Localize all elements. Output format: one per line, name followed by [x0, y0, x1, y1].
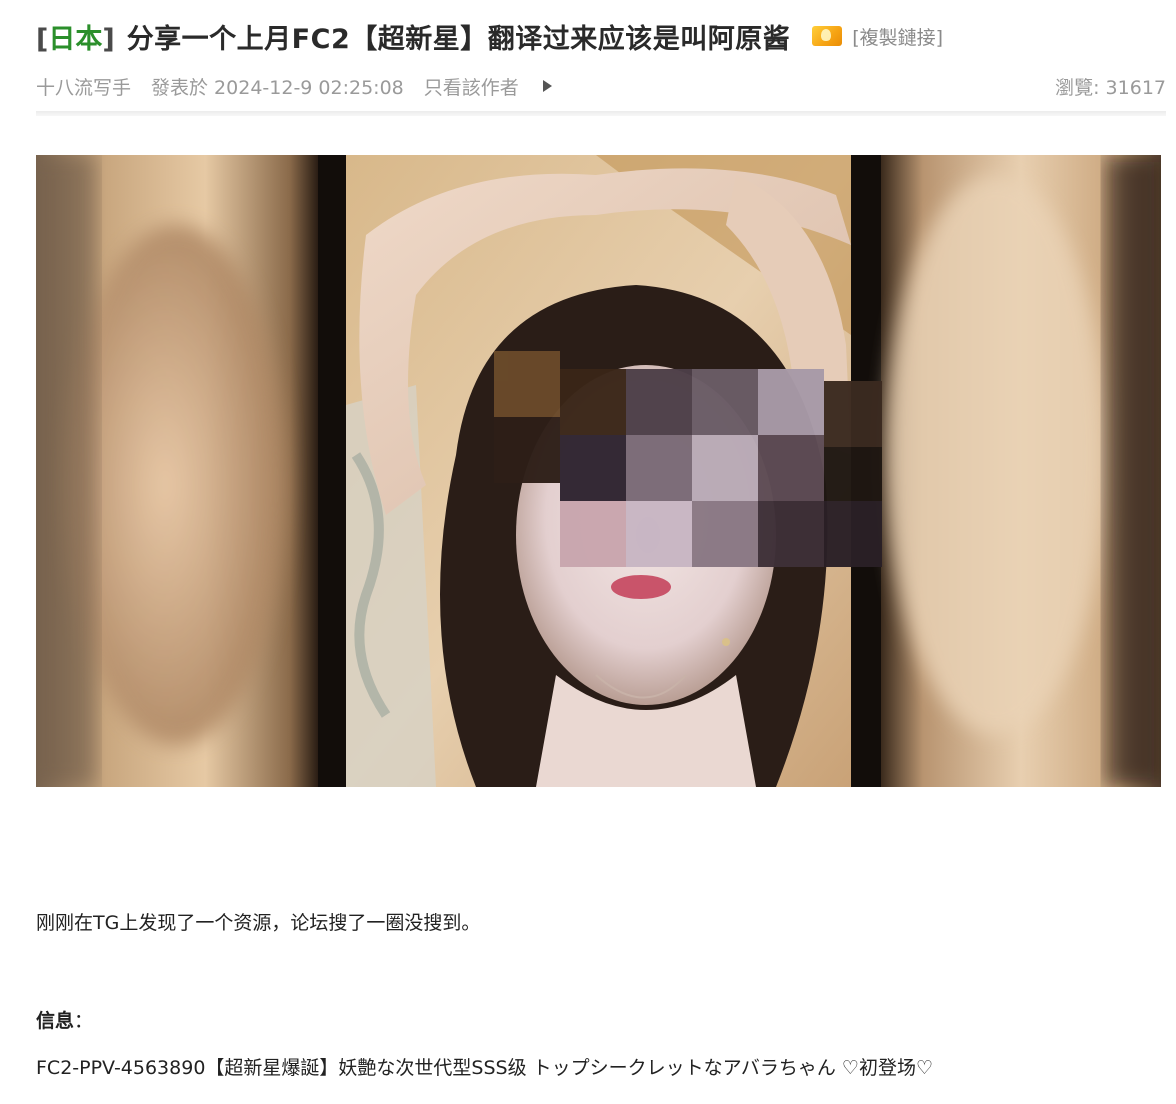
- info-label: 信息: [36, 1010, 75, 1032]
- view-count: 瀏覽: 31617: [1055, 76, 1166, 99]
- forum-tag[interactable]: [日本]: [36, 17, 115, 56]
- fire-icon: [812, 26, 843, 46]
- forum-bracket-close: ]: [102, 23, 115, 55]
- play-arrow-icon[interactable]: [542, 80, 552, 92]
- post-body-line: 刚刚在TG上发现了一个资源，论坛搜了一圈没搜到。: [36, 912, 481, 934]
- info-text: FC2-PPV-4563890【超新星爆誕】妖艶な次世代型SSS级 トップシーク…: [36, 1057, 933, 1079]
- author-link[interactable]: 十八流写手: [36, 73, 131, 100]
- forum-bracket-open: [: [36, 23, 49, 55]
- forum-name-link[interactable]: 日本: [48, 24, 102, 55]
- post-meta: 十八流写手 發表於 2024-12-9 02:25:08 只看該作者 瀏覽: 3…: [36, 70, 1166, 102]
- thread-header: [日本] 分享一个上月FC2【超新星】翻译过来应该是叫阿原酱 [複製鏈接]: [36, 14, 943, 58]
- info-colon: ：: [74, 1010, 94, 1032]
- info-heading: 信息：: [36, 1006, 93, 1033]
- post-photo[interactable]: [36, 155, 1161, 787]
- post-timestamp: 發表於 2024-12-9 02:25:08: [151, 76, 404, 99]
- header-divider: [36, 111, 1166, 116]
- copy-link-button[interactable]: [複製鏈接]: [852, 23, 943, 50]
- thread-title: 分享一个上月FC2【超新星】翻译过来应该是叫阿原酱: [126, 23, 791, 55]
- photo-icon: [36, 155, 1161, 787]
- thread-page: [日本] 分享一个上月FC2【超新星】翻译过来应该是叫阿原酱 [複製鏈接] 十八…: [0, 0, 1176, 1104]
- only-author-link[interactable]: 只看該作者: [424, 73, 519, 100]
